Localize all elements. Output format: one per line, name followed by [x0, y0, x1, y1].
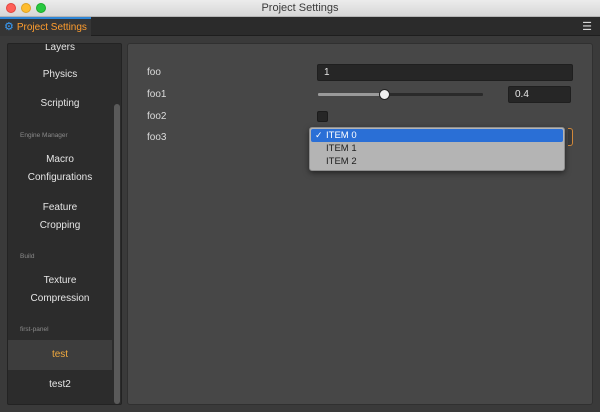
- gear-icon: ⚙: [4, 21, 14, 33]
- foo3-select[interactable]: [568, 128, 573, 146]
- tab-bar: ⚙ Project Settings ☰: [0, 17, 600, 36]
- sidebar-item-layers[interactable]: Layers: [8, 44, 112, 66]
- sidebar-item-texture-compression[interactable]: Texture Compression: [8, 270, 112, 318]
- tab-label: Project Settings: [16, 22, 87, 33]
- foo1-slider[interactable]: [318, 89, 483, 100]
- foo1-slider-thumb[interactable]: [379, 89, 390, 100]
- dropdown-option-item-0[interactable]: ✓ ITEM 0: [311, 129, 563, 142]
- dropdown-option-label: ITEM 0: [326, 130, 357, 141]
- foo3-dropdown-menu: ✓ ITEM 0 ITEM 1 ITEM 2: [309, 127, 565, 171]
- dropdown-option-label: ITEM 1: [326, 143, 357, 154]
- sidebar-list: Layers Physics Scripting Engine Manager …: [8, 44, 112, 400]
- check-icon: ✓: [315, 130, 323, 140]
- sidebar-item-test[interactable]: test: [8, 340, 112, 370]
- sidebar-section-first-panel: first-panel: [20, 326, 49, 333]
- settings-panel: foo 1 foo1 0.4 foo2 foo3 ✓ ITEM 0 ITEM 1…: [127, 43, 593, 405]
- foo1-slider-fill: [318, 93, 384, 96]
- window-title: Project Settings: [261, 2, 339, 14]
- title-bar: Project Settings: [0, 0, 600, 17]
- sidebar-item-feature-cropping[interactable]: Feature Cropping: [8, 197, 112, 247]
- foo1-label: foo1: [147, 89, 167, 100]
- sidebar-item-scripting[interactable]: Scripting: [8, 96, 112, 126]
- sidebar-scroll-thumb[interactable]: [114, 104, 120, 404]
- settings-sidebar: Layers Physics Scripting Engine Manager …: [7, 43, 122, 405]
- tab-project-settings[interactable]: ⚙ Project Settings: [0, 17, 91, 36]
- hamburger-menu-icon[interactable]: ☰: [582, 20, 592, 33]
- foo1-number-input[interactable]: 0.4: [508, 86, 571, 103]
- sidebar-item-physics[interactable]: Physics: [8, 66, 112, 96]
- dropdown-option-item-1[interactable]: ITEM 1: [310, 142, 564, 155]
- foo2-label: foo2: [147, 111, 167, 122]
- sidebar-section-engine-manager: Engine Manager: [20, 132, 68, 139]
- sidebar-item-macro-configurations[interactable]: Macro Configurations: [8, 149, 112, 197]
- dropdown-option-item-2[interactable]: ITEM 2: [310, 155, 564, 168]
- sidebar-item-test2[interactable]: test2: [8, 370, 112, 400]
- foo2-checkbox[interactable]: [317, 111, 328, 122]
- foo3-label: foo3: [147, 132, 167, 143]
- dropdown-option-label: ITEM 2: [326, 156, 357, 167]
- foo-label: foo: [147, 67, 161, 78]
- foo-input[interactable]: 1: [317, 64, 573, 81]
- sidebar-section-build: Build: [20, 253, 35, 260]
